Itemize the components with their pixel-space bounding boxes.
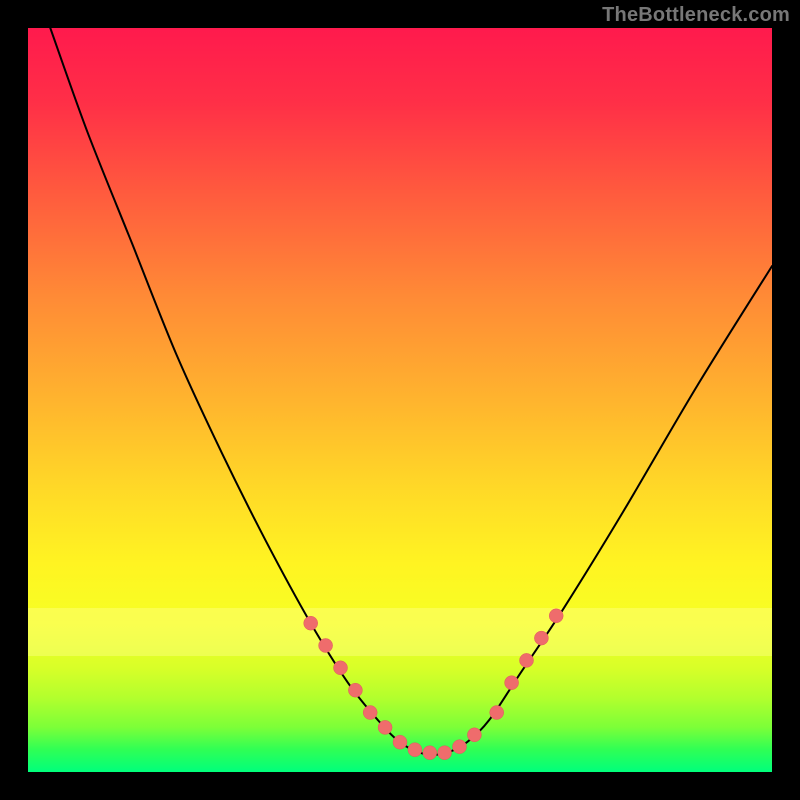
highlight-band	[28, 608, 772, 656]
chart-plot-area	[28, 28, 772, 772]
watermark-text: TheBottleneck.com	[602, 4, 790, 27]
